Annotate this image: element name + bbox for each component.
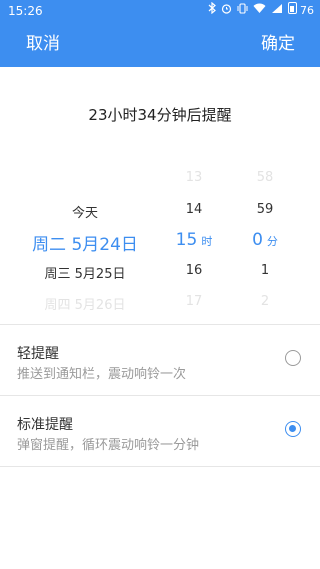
status-bar: 15:26 76 <box>0 0 320 22</box>
hour-above-faint: 13 <box>185 170 203 185</box>
option-title: 轻提醒 <box>17 346 59 362</box>
signal-icon <box>271 0 283 22</box>
minute-below-faint: 2 <box>260 294 270 309</box>
option-description: 推送到通知栏，震动响铃一次 <box>17 367 187 382</box>
minute-selected-value: 0 <box>252 230 263 250</box>
wifi-icon <box>253 0 266 22</box>
confirm-button[interactable]: 确定 <box>261 22 295 67</box>
datetime-picker: 今天 周二 5月24日 周三 5月25日 周四 5月26日 13 14 15 时 … <box>0 160 320 320</box>
date-selected: 周二 5月24日 <box>32 235 138 255</box>
cancel-button[interactable]: 取消 <box>26 22 60 67</box>
minute-above: 59 <box>256 202 274 217</box>
radio-standard-reminder[interactable] <box>285 421 301 437</box>
hour-wheel[interactable]: 13 14 15 时 16 17 <box>168 160 220 320</box>
battery-icon: 76 <box>287 0 314 22</box>
battery-level: 76 <box>300 4 314 17</box>
hour-above: 14 <box>185 202 203 217</box>
hour-unit: 时 <box>201 235 213 248</box>
minute-unit: 分 <box>266 235 278 248</box>
option-description: 弹窗提醒，循环震动响铃一分钟 <box>17 438 200 453</box>
option-light-reminder[interactable]: 轻提醒 推送到通知栏，震动响铃一次 <box>0 325 320 395</box>
option-standard-reminder[interactable]: 标准提醒 弹窗提醒，循环震动响铃一分钟 <box>0 396 320 466</box>
minute-selected: 0分 <box>240 230 290 250</box>
hour-below-faint: 17 <box>185 294 203 309</box>
vibrate-icon <box>237 0 248 22</box>
minute-above-faint: 58 <box>256 170 274 185</box>
reminder-summary: 23小时34分钟后提醒 <box>88 106 232 124</box>
divider <box>0 466 320 467</box>
minute-wheel[interactable]: 58 59 0分 1 2 <box>240 160 290 320</box>
status-time: 15:26 <box>8 4 43 18</box>
radio-light-reminder[interactable] <box>285 350 301 366</box>
header-bar: 取消 确定 <box>0 22 320 67</box>
date-below-faint: 周四 5月26日 <box>44 298 126 313</box>
hour-selected-value: 15 <box>175 230 198 250</box>
option-title: 标准提醒 <box>17 417 73 433</box>
date-below: 周三 5月25日 <box>44 267 126 282</box>
hour-below: 16 <box>185 263 203 278</box>
date-above: 今天 <box>71 206 98 221</box>
bluetooth-icon <box>208 0 216 22</box>
minute-below: 1 <box>260 263 270 278</box>
hour-selected: 15 时 <box>168 230 220 250</box>
status-icons: 76 <box>208 0 314 22</box>
date-wheel[interactable]: 今天 周二 5月24日 周三 5月25日 周四 5月26日 <box>20 160 150 320</box>
alarm-icon <box>221 0 232 22</box>
